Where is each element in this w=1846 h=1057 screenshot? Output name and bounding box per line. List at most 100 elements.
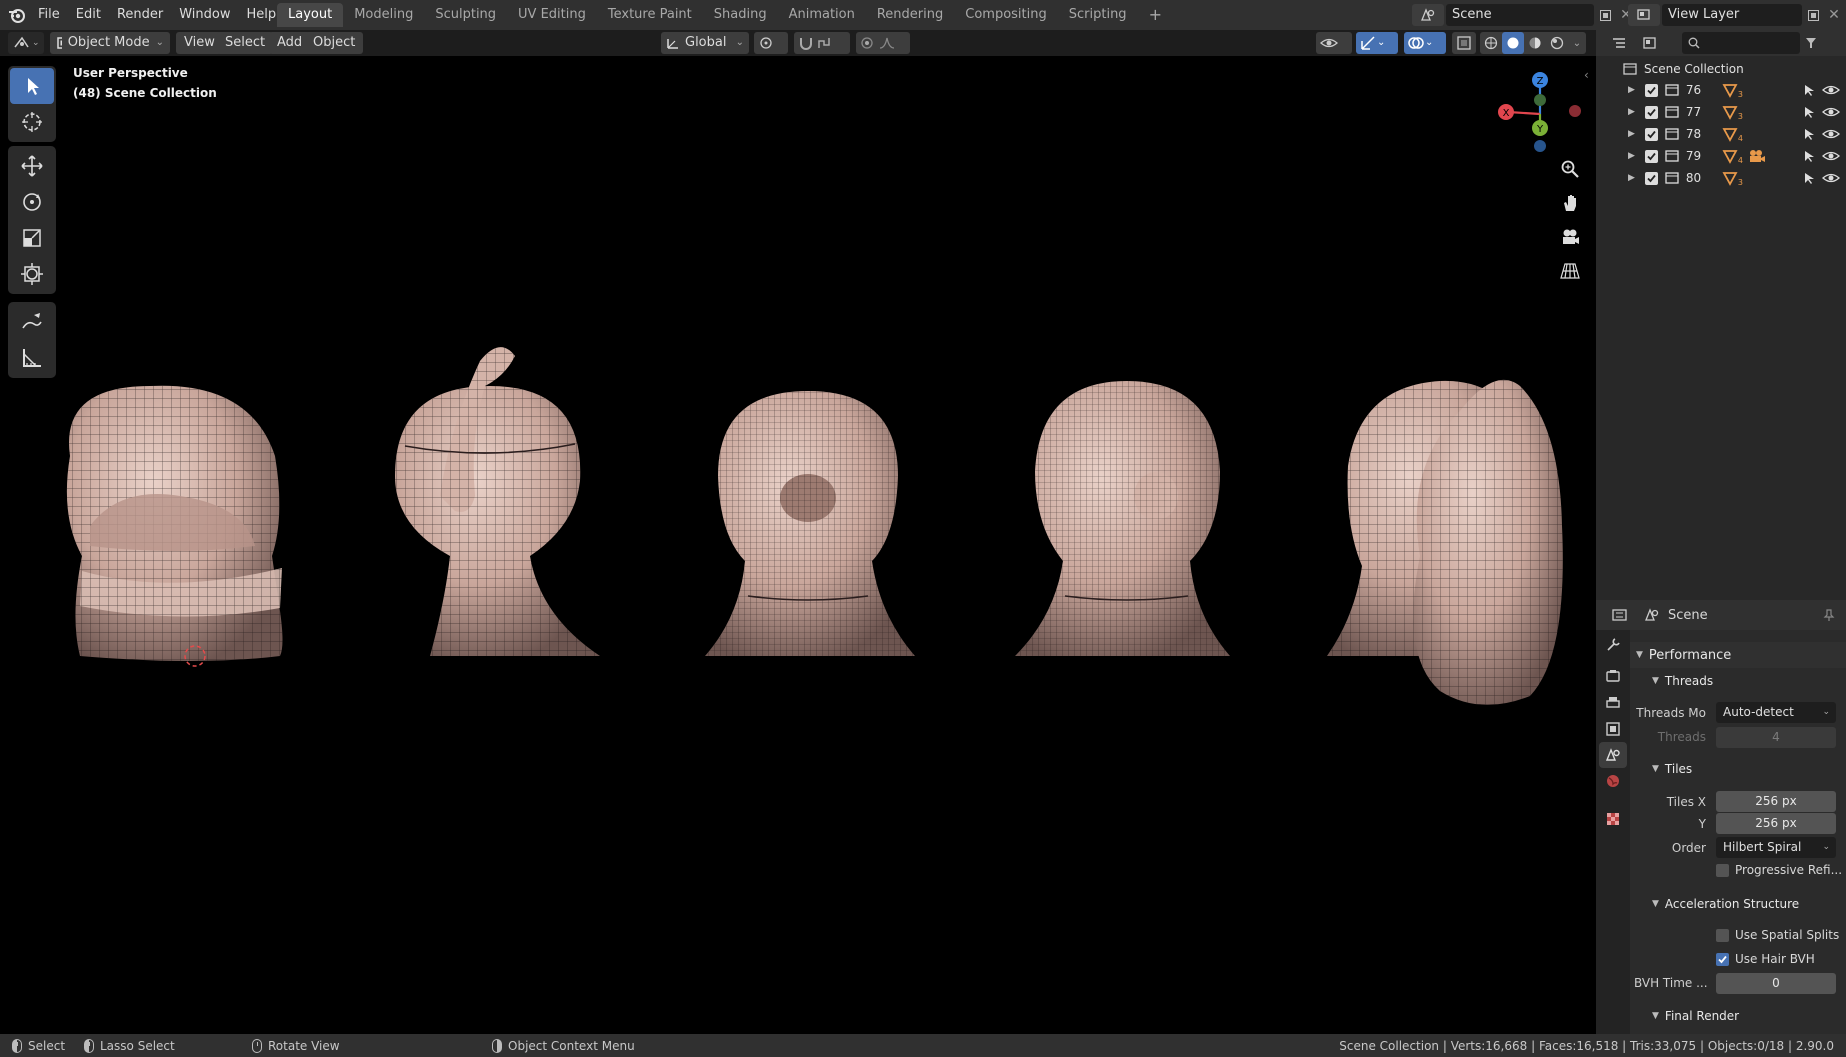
model-1-head[interactable] xyxy=(66,385,283,667)
tab-texture-paint[interactable]: Texture Paint xyxy=(597,3,703,27)
menu-view[interactable]: View xyxy=(176,32,223,54)
outliner-root-row[interactable]: Scene Collection xyxy=(1596,58,1846,80)
exclude-checkbox[interactable] xyxy=(1644,83,1658,97)
outliner-row[interactable]: ▶ 79 4 xyxy=(1596,145,1846,167)
rendered-shading-icon[interactable] xyxy=(1546,32,1568,54)
tab-uv-editing[interactable]: UV Editing xyxy=(507,3,597,27)
new-scene-icon[interactable] xyxy=(1594,4,1616,26)
tiles-y-field[interactable]: 256 px xyxy=(1716,813,1836,834)
solid-shading-icon[interactable] xyxy=(1502,32,1524,54)
menu-file[interactable]: File xyxy=(30,0,68,30)
visibility-button[interactable] xyxy=(1316,32,1352,54)
view-layer-properties-tab[interactable] xyxy=(1599,716,1627,742)
pivot-point-button[interactable] xyxy=(754,32,788,54)
menu-select[interactable]: Select xyxy=(217,32,274,54)
outliner-search-input[interactable] xyxy=(1682,32,1800,54)
tab-modeling[interactable]: Modeling xyxy=(343,3,424,27)
mode-selector[interactable]: Object Mode ⌄ xyxy=(50,32,170,54)
tab-sculpting[interactable]: Sculpting xyxy=(424,3,507,27)
threads-subpanel-header[interactable]: ▼ Threads xyxy=(1630,668,1846,694)
order-label: Order xyxy=(1671,841,1706,855)
overlays-toggle-button[interactable]: ⌄ xyxy=(1404,32,1446,54)
progressive-refine-toggle[interactable]: Progressive Refi... xyxy=(1716,863,1842,877)
final-render-subpanel-header[interactable]: ▼ Final Render xyxy=(1630,1003,1846,1029)
exclude-checkbox[interactable] xyxy=(1644,105,1658,119)
display-mode-icon[interactable] xyxy=(1636,32,1668,54)
scene-name-field[interactable]: Scene xyxy=(1446,4,1594,26)
xray-toggle-button[interactable] xyxy=(1452,32,1476,54)
delete-view-layer-icon[interactable]: ✕ xyxy=(1824,4,1844,26)
performance-panel-header[interactable]: ▼ Performance xyxy=(1630,642,1846,668)
menu-object[interactable]: Object xyxy=(305,32,364,54)
status-context-label: Object Context Menu xyxy=(508,1038,635,1053)
tile-order-select[interactable]: Hilbert Spiral ⌄ xyxy=(1716,837,1836,858)
editor-type-button[interactable]: ⌄ xyxy=(8,32,44,54)
tiles-x-field[interactable]: 256 px xyxy=(1716,791,1836,812)
acceleration-subpanel-header[interactable]: ▼ Acceleration Structure xyxy=(1630,891,1846,917)
exclude-checkbox[interactable] xyxy=(1644,171,1658,185)
texture-properties-tab[interactable] xyxy=(1599,806,1627,832)
menu-window[interactable]: Window xyxy=(171,0,238,30)
mesh-count: 4 xyxy=(1737,155,1744,165)
mesh-count: 3 xyxy=(1737,177,1744,187)
proportional-editing-buttons[interactable] xyxy=(856,32,910,54)
model-3-head[interactable] xyxy=(705,391,915,656)
outliner-row[interactable]: ▶ 78 4 xyxy=(1596,123,1846,145)
expand-arrow-icon[interactable]: ▶ xyxy=(1628,85,1635,95)
hair-bvh-checkbox[interactable] xyxy=(1716,952,1729,966)
menu-add[interactable]: Add xyxy=(269,32,311,54)
scene-properties-tab[interactable] xyxy=(1599,742,1627,768)
tab-layout[interactable]: Layout xyxy=(277,3,344,27)
world-properties-tab[interactable] xyxy=(1599,768,1627,794)
spatial-splits-checkbox[interactable] xyxy=(1716,928,1729,942)
exclude-checkbox[interactable] xyxy=(1644,149,1658,163)
expand-arrow-icon[interactable]: ▶ xyxy=(1628,129,1635,139)
filter-icon[interactable] xyxy=(1800,32,1822,54)
wireframe-shading-icon[interactable] xyxy=(1480,32,1502,54)
expand-arrow-icon[interactable]: ▶ xyxy=(1628,107,1635,117)
output-properties-tab[interactable] xyxy=(1599,690,1627,716)
outliner-row[interactable]: ▶ 77 3 xyxy=(1596,101,1846,123)
blender-logo-icon[interactable] xyxy=(8,6,26,24)
3d-viewport[interactable]: User Perspective (48) Scene Collection Z xyxy=(0,56,1596,1034)
status-lasso-label: Lasso Select xyxy=(100,1038,175,1053)
tab-shading[interactable]: Shading xyxy=(703,3,778,27)
menu-edit[interactable]: Edit xyxy=(68,0,109,30)
expand-arrow-icon[interactable]: ▶ xyxy=(1628,151,1635,161)
view-layer-name-field[interactable]: View Layer xyxy=(1662,4,1802,26)
progressive-refine-checkbox[interactable] xyxy=(1716,863,1729,877)
hair-bvh-toggle[interactable]: Use Hair BVH xyxy=(1716,952,1815,966)
tab-compositing[interactable]: Compositing xyxy=(954,3,1058,27)
gizmos-toggle-button[interactable]: ⌄ xyxy=(1356,32,1398,54)
main-menu: File Edit Render Window Help xyxy=(30,0,284,30)
tab-rendering[interactable]: Rendering xyxy=(866,3,954,27)
exclude-checkbox[interactable] xyxy=(1644,127,1658,141)
tool-properties-tab[interactable] xyxy=(1599,632,1627,658)
tab-scripting[interactable]: Scripting xyxy=(1058,3,1138,27)
model-5-head[interactable] xyxy=(1327,379,1563,705)
render-properties-tab[interactable] xyxy=(1599,663,1627,689)
image-layers-icon xyxy=(1606,722,1620,736)
view-layer-browse-button[interactable] xyxy=(1628,4,1660,26)
tiles-subpanel-header[interactable]: ▼ Tiles xyxy=(1630,756,1846,782)
menu-render[interactable]: Render xyxy=(109,0,171,30)
tab-animation[interactable]: Animation xyxy=(778,3,866,27)
scene-browse-button[interactable] xyxy=(1412,4,1444,26)
expand-arrow-icon[interactable]: ▶ xyxy=(1628,173,1635,183)
snap-buttons[interactable] xyxy=(794,32,850,54)
model-2-head[interactable] xyxy=(395,347,600,656)
new-view-layer-icon[interactable] xyxy=(1802,4,1824,26)
outliner-row[interactable]: ▶ 76 3 xyxy=(1596,79,1846,101)
material-shading-icon[interactable] xyxy=(1524,32,1546,54)
properties-editor-type-icon[interactable] xyxy=(1604,604,1638,626)
spatial-splits-toggle[interactable]: Use Spatial Splits xyxy=(1716,928,1839,942)
threads-mode-select[interactable]: Auto-detect ⌄ xyxy=(1716,702,1836,723)
outliner-row[interactable]: ▶ 80 3 xyxy=(1596,167,1846,189)
collapse-arrow-icon: ▼ xyxy=(1652,764,1659,774)
outliner-editor-type-icon[interactable] xyxy=(1606,32,1636,54)
shading-options-chevron-icon[interactable]: ⌄ xyxy=(1568,32,1586,54)
transform-orientation-selector[interactable]: Global ⌄ xyxy=(661,32,749,54)
add-workspace-button[interactable]: + xyxy=(1138,3,1173,27)
model-4-head[interactable] xyxy=(1015,381,1230,656)
bvh-time-field[interactable]: 0 xyxy=(1716,973,1836,994)
